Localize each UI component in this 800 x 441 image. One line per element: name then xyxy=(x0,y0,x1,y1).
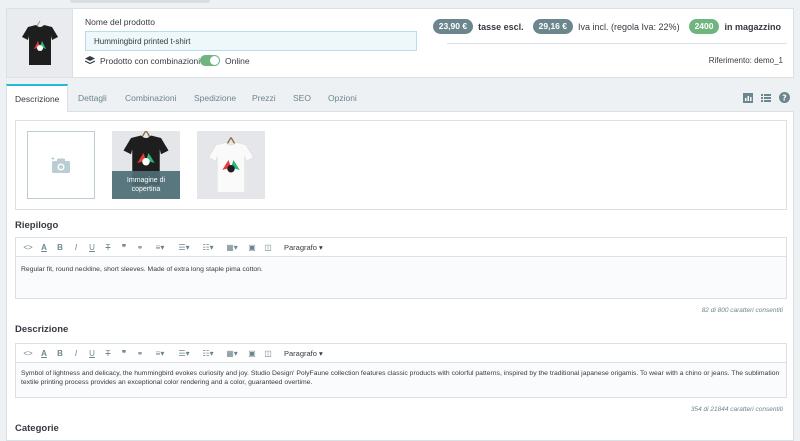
top-strip xyxy=(0,0,800,4)
tax-incl-label: Iva incl. (regola Iva: 22%) xyxy=(578,21,680,32)
tab-spedizione[interactable]: Spedizione xyxy=(186,84,244,112)
bullet-list-icon[interactable]: ☰▾ xyxy=(172,243,196,252)
strikethrough-icon[interactable]: T xyxy=(100,349,116,358)
paragraph-select-label: Paragrafo xyxy=(284,348,317,358)
online-toggle[interactable] xyxy=(200,55,220,66)
top-strip-segment xyxy=(70,0,210,3)
summary-text[interactable]: Regular fit, round neckline, short sleev… xyxy=(16,257,786,298)
quote-icon[interactable]: ❞ xyxy=(116,349,132,358)
media-icon[interactable]: ◫ xyxy=(260,349,276,358)
price-summary: 23,90 € tasse escl. 29,16 € Iva incl. (r… xyxy=(432,19,785,34)
categories-title: Categorie xyxy=(15,423,59,434)
tab-prezzi[interactable]: Prezzi xyxy=(244,84,284,112)
tab-combinazioni[interactable]: Combinazioni xyxy=(117,84,185,112)
code-icon[interactable]: <> xyxy=(20,243,36,252)
reference-text: Riferimento: demo_1 xyxy=(708,56,783,65)
paragraph-select[interactable]: Paragrafo ▾ xyxy=(276,243,323,252)
help-icon[interactable]: ? xyxy=(779,92,790,103)
text-color-icon[interactable]: A xyxy=(36,243,52,252)
paragraph-select[interactable]: Paragrafo ▾ xyxy=(276,349,323,358)
product-tabs: Descrizione Dettagli Combinazioni Spediz… xyxy=(6,84,794,112)
product-image-black[interactable]: Immagine di copertina xyxy=(112,131,180,199)
bold-icon[interactable]: B xyxy=(52,349,68,358)
product-name-input[interactable]: Hummingbird printed t-shirt xyxy=(85,31,417,51)
numbered-list-icon[interactable]: ☷▾ xyxy=(196,349,220,358)
product-header: Nome del prodotto Hummingbird printed t-… xyxy=(6,8,794,78)
stock-label: in magazzino xyxy=(724,21,781,32)
add-image-dropzone[interactable] xyxy=(27,131,95,199)
description-title: Descrizione xyxy=(15,324,69,335)
description-text[interactable]: Symbol of lightness and delicacy, the hu… xyxy=(16,363,786,397)
numbered-list-icon[interactable]: ☷▾ xyxy=(196,243,220,252)
description-editor: <> A B I U T ❞ ⚭ ≡▾ ☰▾ ☷▾ ▦▾ ▣ ◫ Paragra… xyxy=(15,343,787,398)
description-panel: Immagine di copertina Riepilogo <> A B I… xyxy=(6,112,794,441)
bold-icon[interactable]: B xyxy=(52,243,68,252)
align-icon[interactable]: ≡▾ xyxy=(148,349,172,358)
product-image-white[interactable] xyxy=(197,131,265,199)
cover-image-caption: Immagine di copertina xyxy=(112,171,180,199)
summary-title: Riepilogo xyxy=(15,220,59,231)
text-color-icon[interactable]: A xyxy=(36,349,52,358)
quote-icon[interactable]: ❞ xyxy=(116,243,132,252)
tab-tools: ? xyxy=(743,92,790,103)
product-images: Immagine di copertina xyxy=(15,120,787,210)
description-toolbar: <> A B I U T ❞ ⚭ ≡▾ ☰▾ ☷▾ ▦▾ ▣ ◫ Paragra… xyxy=(16,344,786,363)
layers-icon xyxy=(85,56,95,65)
tab-dettagli[interactable]: Dettagli xyxy=(70,84,115,112)
underline-icon[interactable]: U xyxy=(84,243,100,252)
tax-excl-badge[interactable]: 23,90 € xyxy=(432,19,474,34)
italic-icon[interactable]: I xyxy=(68,243,84,252)
stock-badge[interactable]: 2400 xyxy=(688,19,720,34)
code-icon[interactable]: <> xyxy=(20,349,36,358)
online-label: Online xyxy=(225,56,250,66)
link-icon[interactable]: ⚭ xyxy=(132,349,148,358)
list-icon[interactable] xyxy=(761,93,771,103)
table-icon[interactable]: ▦▾ xyxy=(220,349,244,358)
strikethrough-icon[interactable]: T xyxy=(100,243,116,252)
camera-plus-icon xyxy=(51,157,70,173)
tab-seo[interactable]: SEO xyxy=(285,84,319,112)
summary-toolbar: <> A B I U T ❞ ⚭ ≡▾ ☰▾ ☷▾ ▦▾ ▣ ◫ Paragra… xyxy=(16,238,786,257)
product-thumbnail xyxy=(7,9,73,77)
bullet-list-icon[interactable]: ☰▾ xyxy=(172,349,196,358)
image-icon[interactable]: ▣ xyxy=(244,349,260,358)
svg-text:?: ? xyxy=(782,94,787,103)
tshirt-black-image xyxy=(21,20,58,65)
tax-incl-badge[interactable]: 29,16 € xyxy=(532,19,574,34)
combinations-option[interactable]: Prodotto con combinazioni xyxy=(85,56,200,66)
tab-descrizione[interactable]: Descrizione xyxy=(6,84,68,112)
combinations-label: Prodotto con combinazioni xyxy=(100,56,201,66)
italic-icon[interactable]: I xyxy=(68,349,84,358)
header-divider xyxy=(447,43,787,44)
tax-excl-label: tasse escl. xyxy=(478,21,524,32)
image-icon[interactable]: ▣ xyxy=(244,243,260,252)
paragraph-select-label: Paragrafo xyxy=(284,242,317,252)
product-name-label: Nome del prodotto xyxy=(85,17,155,27)
summary-counter: 82 di 800 caratteri consentiti xyxy=(701,307,783,314)
tshirt-white-image xyxy=(208,137,254,193)
link-icon[interactable]: ⚭ xyxy=(132,243,148,252)
media-icon[interactable]: ◫ xyxy=(260,243,276,252)
description-counter: 354 di 21844 caratteri consentiti xyxy=(690,406,783,413)
table-icon[interactable]: ▦▾ xyxy=(220,243,244,252)
chart-icon[interactable] xyxy=(743,92,753,103)
align-icon[interactable]: ≡▾ xyxy=(148,243,172,252)
underline-icon[interactable]: U xyxy=(84,349,100,358)
summary-editor: <> A B I U T ❞ ⚭ ≡▾ ☰▾ ☷▾ ▦▾ ▣ ◫ Paragra… xyxy=(15,237,787,299)
tab-opzioni[interactable]: Opzioni xyxy=(320,84,365,112)
